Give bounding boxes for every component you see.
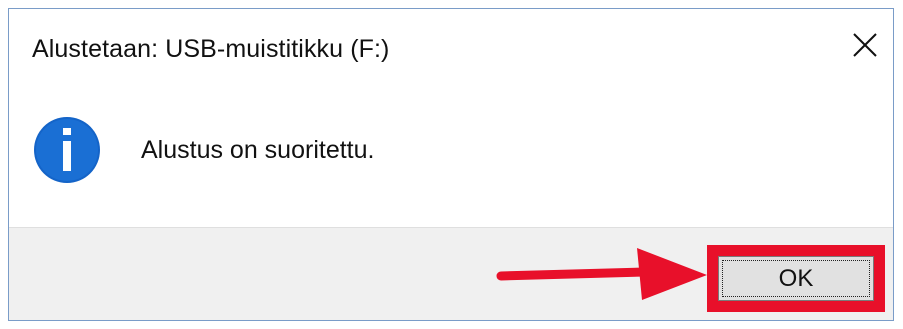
close-button[interactable] xyxy=(843,23,887,67)
dialog-title: Alustetaan: USB-muistitikku (F:) xyxy=(32,35,390,63)
red-arrow-annotation xyxy=(496,248,707,300)
close-icon xyxy=(853,33,877,57)
message-dialog: Alustetaan: USB-muistitikku (F:) Alustus… xyxy=(8,8,894,321)
ok-button[interactable]: OK xyxy=(718,256,874,301)
title-bar: Alustetaan: USB-muistitikku (F:) xyxy=(9,9,893,89)
ok-button-highlight: OK xyxy=(707,245,885,312)
dialog-message: Alustus on suoritettu. xyxy=(141,136,375,164)
dialog-footer: OK xyxy=(9,227,893,320)
info-icon xyxy=(34,117,100,183)
dialog-content: Alustus on suoritettu. xyxy=(9,89,893,228)
